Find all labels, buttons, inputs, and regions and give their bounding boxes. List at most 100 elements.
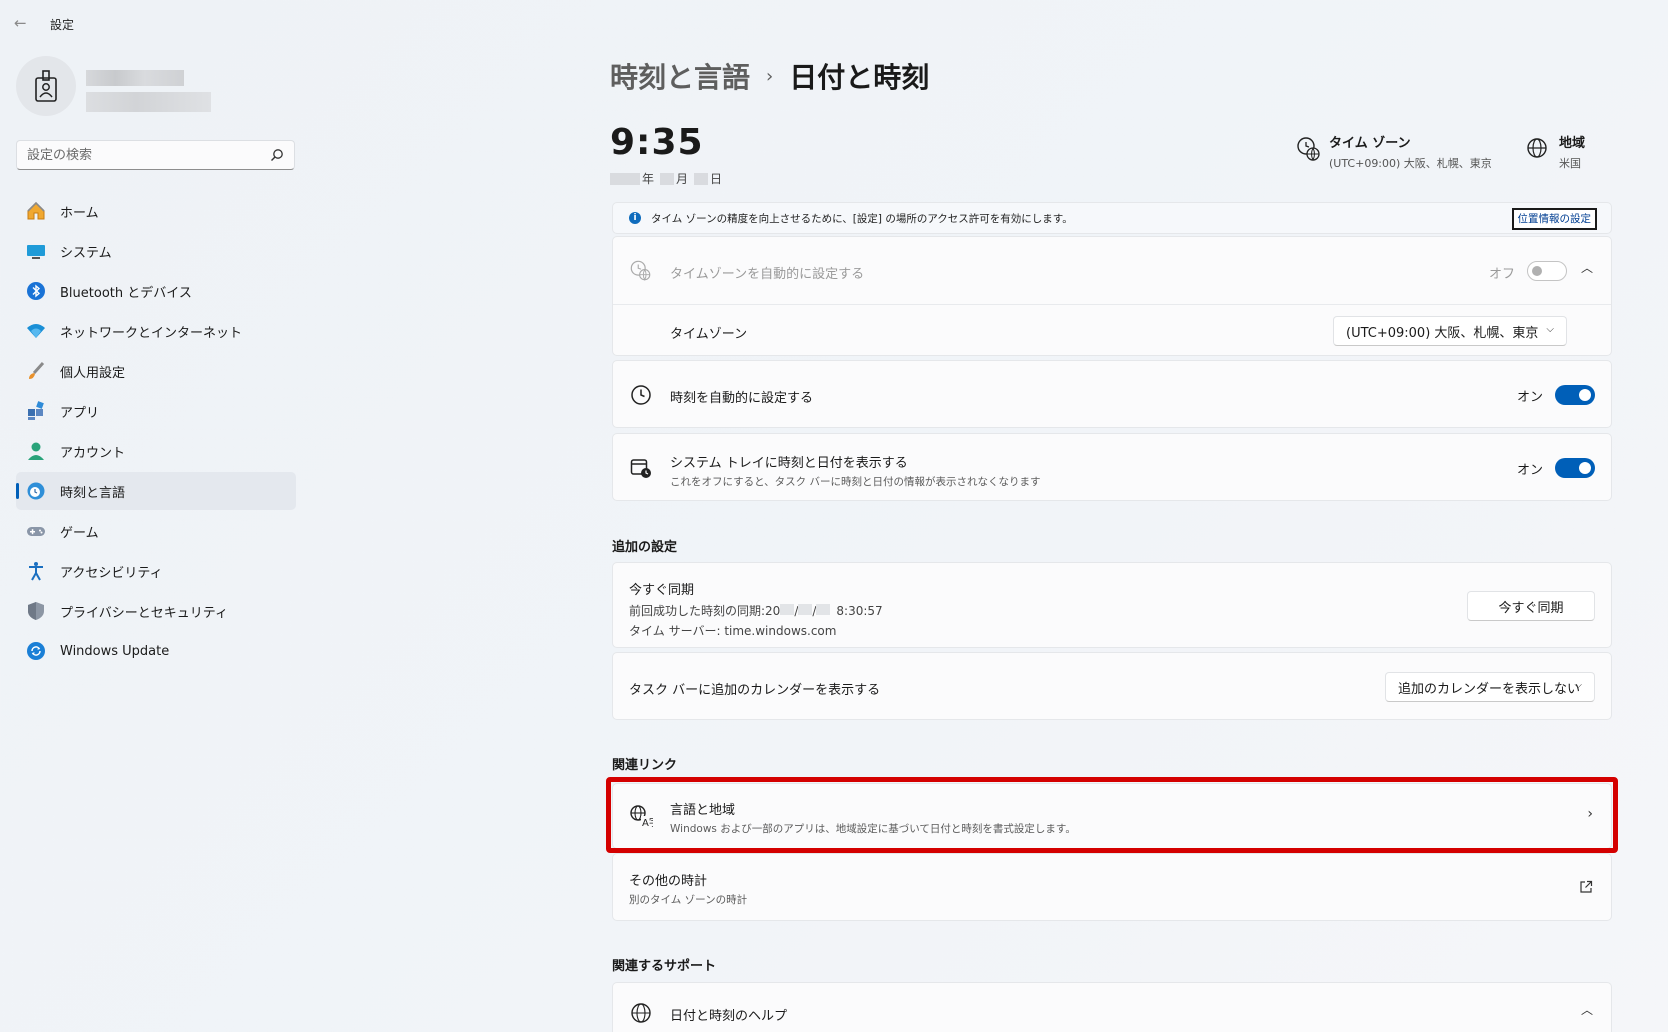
globe-clock-icon [26,481,46,501]
monitor-icon [26,241,46,261]
timezone-summary: タイム ゾーン (UTC+09:00) 大阪、札幌、東京 [1295,132,1492,171]
timezone-label: タイムゾーン [670,327,748,342]
sidebar-item-personalization[interactable]: 個人用設定 [16,352,296,390]
update-icon [26,641,46,661]
auto-timezone-row[interactable]: タイムゾーンを自動的に設定する オフ ︿ [613,237,1611,305]
auto-time-row[interactable]: 時刻を自動的に設定する オン [612,360,1612,428]
tray-time-state-label: オン [1516,463,1543,478]
region-summary: 地域 米国 [1525,132,1585,171]
sidebar-item-bluetooth[interactable]: Bluetooth とデバイス [16,272,296,310]
home-icon [26,201,46,221]
sidebar-item-network[interactable]: ネットワークとインターネット [16,312,296,350]
apps-icon [26,401,46,421]
title-bar: ← 設定 [0,0,320,46]
sidebar-item-accessibility[interactable]: アクセシビリティ [16,552,296,590]
tray-time-toggle[interactable] [1555,458,1595,478]
search-box[interactable] [16,140,295,170]
chevron-up-icon[interactable]: ︿ [1581,259,1593,276]
user-profile[interactable] [16,56,316,118]
calendar-clock-icon [630,459,651,478]
globe-icon [1527,138,1547,158]
search-icon[interactable] [270,148,284,162]
sidebar-item-accounts[interactable]: アカウント [16,432,296,470]
sidebar-item-label: アクセシビリティ [60,565,163,581]
calendar-dropdown[interactable]: 追加のカレンダーを表示しない ⌵ [1385,672,1595,702]
timezone-summary-value: (UTC+09:00) 大阪、札幌、東京 [1329,157,1492,170]
info-bar-text: タイム ゾーンの精度を向上させるために、[設定] の場所のアクセス許可を有効にし… [651,212,1073,225]
sidebar-item-apps[interactable]: アプリ [16,392,296,430]
sidebar-item-windows-update[interactable]: Windows Update [16,632,296,670]
tray-time-row[interactable]: システム トレイに時刻と日付を表示する これをオフにすると、タスク バーに時刻と… [612,433,1612,501]
sidebar-item-time-language[interactable]: 時刻と言語 [16,472,296,510]
sidebar-item-label: システム [60,245,112,261]
app-title: 設定 [50,18,75,32]
current-time: 9:35 [610,122,704,163]
auto-timezone-state-label: オフ [1488,267,1515,282]
auto-timezone-title: タイムゾーンを自動的に設定する [670,267,865,282]
region-summary-label: 地域 [1559,136,1586,151]
sidebar-item-gaming[interactable]: ゲーム [16,512,296,550]
globe-clock-icon [1297,137,1320,162]
globe-icon [631,1003,651,1023]
highlight-box [606,777,1618,853]
auto-time-toggle[interactable] [1555,385,1595,405]
additional-settings-heading: 追加の設定 [612,540,678,555]
calendar-selected: 追加のカレンダーを表示しない [1398,681,1581,697]
sync-title: 今すぐ同期 [629,583,695,598]
shield-icon [26,601,46,621]
auto-timezone-toggle[interactable] [1527,261,1567,281]
calendar-row: タスク バーに追加のカレンダーを表示する 追加のカレンダーを表示しない ⌵ [612,652,1612,720]
sidebar-item-privacy[interactable]: プライバシーとセキュリティ [16,592,296,630]
date-time-help-row[interactable]: 日付と時刻のヘルプ ︿ [612,982,1612,1032]
related-links-heading: 関連リンク [612,758,678,773]
auto-time-state-label: オン [1516,390,1543,405]
date-year-suffix: 年 [642,172,655,186]
auto-time-title: 時刻を自動的に設定する [670,391,814,406]
timezone-row: タイムゾーン (UTC+09:00) 大阪、札幌、東京 ⌵ [613,305,1611,357]
sidebar-item-label: Windows Update [60,643,170,659]
chevron-up-icon[interactable]: ︿ [1581,1001,1593,1018]
chevron-right-icon: › [766,65,774,87]
region-summary-value: 米国 [1559,157,1581,170]
sync-now-button[interactable]: 今すぐ同期 [1467,591,1595,621]
person-icon [26,441,46,461]
clock-icon [631,385,651,405]
date-time-help-title: 日付と時刻のヘルプ [670,1009,788,1024]
date-redacted [660,172,675,185]
date-redacted [694,172,709,185]
date-day-suffix: 日 [710,172,723,186]
sidebar-item-label: アカウント [60,445,126,461]
accessibility-icon [26,561,46,581]
current-date: 年 月 日 [610,170,722,187]
other-clocks-text: その他の時計 別のタイム ゾーンの時計 [629,870,747,907]
bluetooth-icon [26,281,46,301]
back-arrow-icon[interactable]: ← [14,14,34,32]
sidebar-item-label: Bluetooth とデバイス [60,285,192,301]
sidebar-item-home[interactable]: ホーム [16,192,296,230]
user-email-redacted [86,92,211,112]
other-clocks-row[interactable]: その他の時計 別のタイム ゾーンの時計 [612,853,1612,921]
calendar-title: タスク バーに追加のカレンダーを表示する [629,683,881,698]
sidebar-item-system[interactable]: システム [16,232,296,270]
search-input[interactable] [17,141,247,169]
timezone-dropdown[interactable]: (UTC+09:00) 大阪、札幌、東京 ⌵ [1333,316,1567,346]
chevron-down-icon: ⌵ [1546,324,1554,335]
sidebar-item-label: 時刻と言語 [60,485,126,501]
paintbrush-icon [26,361,46,381]
related-support-heading: 関連するサポート [612,959,717,974]
location-settings-link[interactable]: 位置情報の設定 [1511,208,1597,230]
sync-text: 今すぐ同期 前回成功した時刻の同期:20//8:30:57 タイム サーバー: … [629,579,883,639]
external-link-icon [1580,880,1593,893]
sidebar-item-label: 個人用設定 [60,365,126,381]
gamepad-icon [26,521,46,541]
other-clocks-subtitle: 別のタイム ゾーンの時計 [629,894,748,906]
timezone-summary-label: タイム ゾーン [1329,136,1411,151]
sidebar-item-label: ネットワークとインターネット [60,325,243,341]
avatar[interactable] [16,56,76,116]
date-redacted [610,172,640,185]
sidebar-nav: ホーム システム Bluetooth とデバイス ネットワークとインターネット … [16,192,296,672]
sync-now-row: 今すぐ同期 前回成功した時刻の同期:20//8:30:57 タイム サーバー: … [612,562,1612,648]
breadcrumb-parent[interactable]: 時刻と言語 [610,56,750,96]
other-clocks-title: その他の時計 [629,874,708,889]
auto-timezone-group: タイムゾーンを自動的に設定する オフ ︿ タイムゾーン (UTC+09:00) … [612,236,1612,356]
